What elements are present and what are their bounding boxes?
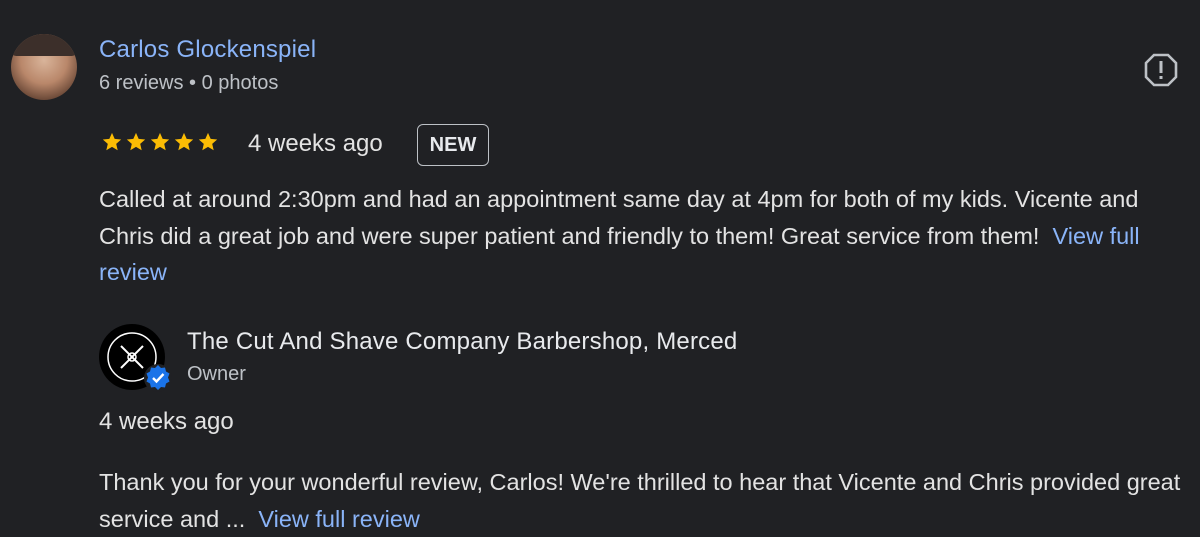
verified-check-icon xyxy=(144,364,172,392)
business-name: The Cut And Shave Company Barbershop, Me… xyxy=(187,328,738,355)
reviewer-name[interactable]: Carlos Glockenspiel xyxy=(99,36,316,64)
report-icon[interactable] xyxy=(1143,52,1179,88)
star-icon xyxy=(102,132,122,151)
reviewer-avatar[interactable] xyxy=(11,34,77,100)
star-rating xyxy=(101,131,219,153)
new-badge: NEW xyxy=(417,124,489,166)
reply-time: 4 weeks ago xyxy=(99,408,234,435)
review-text: Called at around 2:30pm and had an appoi… xyxy=(99,181,1189,291)
star-icon xyxy=(198,132,218,151)
reviewer-meta: 6 reviews • 0 photos xyxy=(99,72,279,94)
star-icon xyxy=(126,132,146,151)
reply-text: Thank you for your wonderful review, Car… xyxy=(99,464,1189,537)
owner-role: Owner xyxy=(187,363,246,385)
review-time: 4 weeks ago xyxy=(248,130,383,157)
star-icon xyxy=(150,132,170,151)
star-icon xyxy=(174,132,194,151)
review-body: Called at around 2:30pm and had an appoi… xyxy=(99,186,1139,249)
reply-view-full-review-link[interactable]: View full review xyxy=(258,506,420,532)
